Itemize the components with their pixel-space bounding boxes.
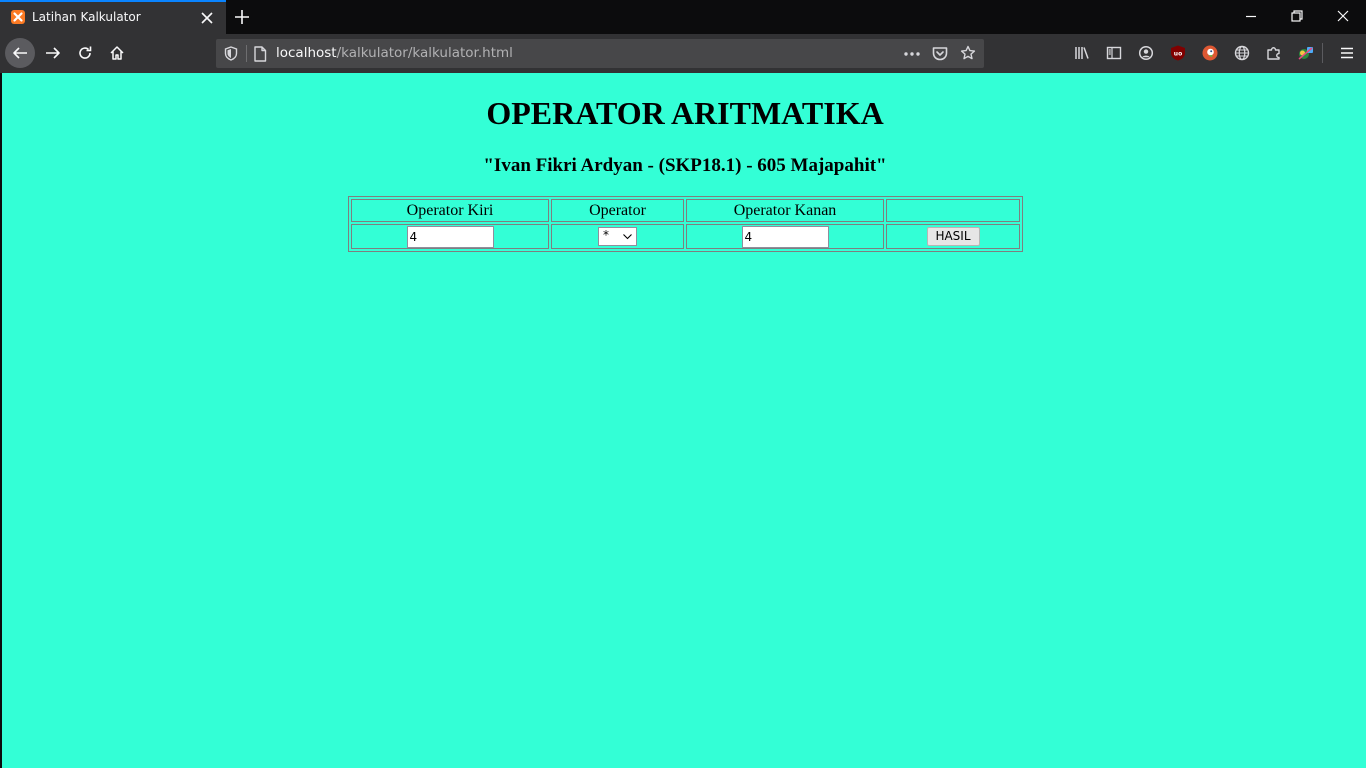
tracking-protection-shield-icon[interactable] <box>224 46 238 61</box>
table-header-row: Operator Kiri Operator Operator Kanan <box>351 199 1020 222</box>
reload-icon <box>79 46 92 59</box>
operator-select[interactable]: * <box>598 227 637 246</box>
bookmark-star-icon[interactable] <box>960 45 976 61</box>
cell-left-operand: 4 <box>351 224 549 249</box>
svg-text:uo: uo <box>1174 51 1182 58</box>
page-title: OPERATOR ARITMATIKA <box>486 95 884 131</box>
colorful-extension-icon[interactable] <box>1297 45 1314 61</box>
toolbar-separator <box>1322 43 1323 63</box>
page-info-icon[interactable] <box>253 46 267 62</box>
home-button[interactable] <box>102 38 132 68</box>
back-button[interactable] <box>5 38 35 68</box>
chevron-down-icon <box>623 234 632 240</box>
header-operator: Operator <box>551 199 684 222</box>
url-host: localhost <box>276 45 337 61</box>
back-arrow-icon <box>13 47 27 59</box>
forward-button[interactable] <box>38 38 68 68</box>
home-icon <box>110 46 124 60</box>
url-text[interactable]: localhost/kalkulator/kalkulator.html <box>276 45 513 61</box>
reload-button[interactable] <box>70 38 100 68</box>
ublock-origin-icon[interactable]: uo <box>1170 45 1186 61</box>
url-bar[interactable]: localhost/kalkulator/kalkulator.html <box>216 39 984 68</box>
extension-puzzle-icon[interactable] <box>1266 45 1282 61</box>
browser-tab[interactable]: Latihan Kalkulator <box>0 0 226 34</box>
duckduckgo-icon[interactable] <box>1202 45 1218 61</box>
cell-submit: HASIL <box>886 224 1020 249</box>
operator-selected-value: * <box>603 228 609 242</box>
right-operand-input[interactable]: 4 <box>741 225 829 248</box>
close-tab-icon[interactable] <box>200 11 214 25</box>
account-icon[interactable] <box>1138 45 1154 61</box>
navigation-toolbar: localhost/kalkulator/kalkulator.html uo <box>0 34 1366 73</box>
cell-operator: * <box>551 224 684 249</box>
page-subtitle: "Ivan Fikri Ardyan - (SKP18.1) - 605 Maj… <box>483 155 887 176</box>
new-tab-icon[interactable] <box>232 7 252 27</box>
globe-icon[interactable] <box>1234 45 1250 61</box>
minimize-icon[interactable] <box>1243 8 1259 24</box>
restore-icon[interactable] <box>1289 8 1305 24</box>
pocket-icon[interactable] <box>932 46 948 61</box>
sidebar-toggle-icon[interactable] <box>1106 45 1122 61</box>
header-empty <box>886 199 1020 222</box>
hamburger-menu-icon[interactable] <box>1339 45 1355 61</box>
tab-bar: Latihan Kalkulator <box>0 0 1366 34</box>
page-actions-menu-icon[interactable] <box>904 52 920 56</box>
left-operand-input[interactable]: 4 <box>406 225 494 248</box>
url-bar-separator <box>246 45 247 62</box>
url-path: /kalkulator/kalkulator.html <box>336 45 513 61</box>
library-icon[interactable] <box>1074 45 1090 61</box>
header-operator-kiri: Operator Kiri <box>351 199 549 222</box>
close-window-icon[interactable] <box>1335 8 1351 24</box>
forward-arrow-icon <box>46 47 60 59</box>
cell-right-operand: 4 <box>686 224 884 249</box>
hasil-button[interactable]: HASIL <box>926 227 980 246</box>
header-operator-kanan: Operator Kanan <box>686 199 884 222</box>
page-content: OPERATOR ARITMATIKA "Ivan Fikri Ardyan -… <box>0 73 1366 768</box>
table-input-row: 4 * 4 HASIL <box>351 224 1020 249</box>
tab-title: Latihan Kalkulator <box>32 10 141 24</box>
calculator-table: Operator Kiri Operator Operator Kanan 4 … <box>348 196 1023 252</box>
xampp-favicon-icon <box>11 10 25 24</box>
